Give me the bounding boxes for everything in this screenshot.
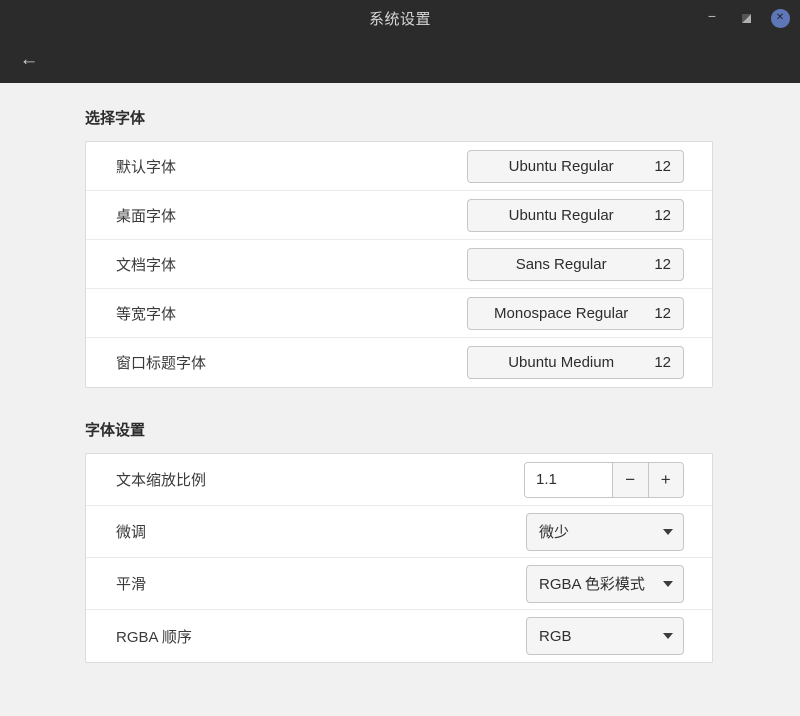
window-header: 系统设置 − ✕ ← xyxy=(0,0,800,83)
restore-button[interactable] xyxy=(736,8,756,28)
document-font-button[interactable]: Sans Regular 12 xyxy=(467,248,684,281)
select-fonts-panel: 默认字体 Ubuntu Regular 12 桌面字体 Ubuntu Regul… xyxy=(85,141,713,388)
window-title-font-label: 窗口标题字体 xyxy=(116,352,206,373)
settings-content: 选择字体 默认字体 Ubuntu Regular 12 桌面字体 Ubuntu … xyxy=(0,83,800,663)
back-button[interactable]: ← xyxy=(16,47,42,73)
default-font-button[interactable]: Ubuntu Regular 12 xyxy=(467,150,684,183)
minimize-icon: − xyxy=(708,9,716,23)
font-size: 12 xyxy=(654,256,683,273)
text-scaling-label: 文本缩放比例 xyxy=(116,469,206,490)
row-antialiasing: 平滑 RGBA 色彩模式 xyxy=(86,558,712,610)
row-rgba-order: RGBA 顺序 RGB xyxy=(86,610,712,662)
row-monospace-font: 等宽字体 Monospace Regular 12 xyxy=(86,289,712,338)
window-controls: − ✕ xyxy=(702,0,790,36)
close-icon: ✕ xyxy=(771,9,790,28)
font-name: Sans Regular xyxy=(468,256,654,273)
window-title: 系统设置 xyxy=(369,8,431,29)
hinting-value: 微少 xyxy=(539,521,663,542)
document-font-label: 文档字体 xyxy=(116,254,176,275)
chevron-down-icon xyxy=(663,529,673,535)
rgba-order-label: RGBA 顺序 xyxy=(116,626,192,647)
row-window-title-font: 窗口标题字体 Ubuntu Medium 12 xyxy=(86,338,712,387)
row-desktop-font: 桌面字体 Ubuntu Regular 12 xyxy=(86,191,712,240)
text-scaling-spinner: − + xyxy=(524,462,684,498)
font-settings-panel: 文本缩放比例 − + 微调 微少 平滑 RGBA 色彩模式 RGBA 顺序 xyxy=(85,453,713,663)
rgba-order-value: RGB xyxy=(539,628,663,645)
font-size: 12 xyxy=(654,207,683,224)
font-name: Ubuntu Regular xyxy=(468,158,654,175)
toolbar: ← xyxy=(0,36,800,83)
section-heading-select-fonts: 选择字体 xyxy=(85,83,715,141)
restore-icon xyxy=(742,14,751,23)
antialiasing-dropdown[interactable]: RGBA 色彩模式 xyxy=(526,565,684,603)
section-heading-font-settings: 字体设置 xyxy=(85,388,715,453)
font-name: Ubuntu Regular xyxy=(468,207,654,224)
default-font-label: 默认字体 xyxy=(116,156,176,177)
row-document-font: 文档字体 Sans Regular 12 xyxy=(86,240,712,289)
window-title-font-button[interactable]: Ubuntu Medium 12 xyxy=(467,346,684,379)
antialiasing-value: RGBA 色彩模式 xyxy=(539,573,663,594)
font-size: 12 xyxy=(654,354,683,371)
desktop-font-label: 桌面字体 xyxy=(116,205,176,226)
font-size: 12 xyxy=(654,305,683,322)
chevron-down-icon xyxy=(663,633,673,639)
row-hinting: 微调 微少 xyxy=(86,506,712,558)
row-default-font: 默认字体 Ubuntu Regular 12 xyxy=(86,142,712,191)
minimize-button[interactable]: − xyxy=(702,8,722,28)
titlebar[interactable]: 系统设置 − ✕ xyxy=(0,0,800,36)
row-text-scaling: 文本缩放比例 − + xyxy=(86,454,712,506)
monospace-font-label: 等宽字体 xyxy=(116,303,176,324)
hinting-dropdown[interactable]: 微少 xyxy=(526,513,684,551)
decrease-button[interactable]: − xyxy=(612,463,648,497)
font-name: Ubuntu Medium xyxy=(468,354,654,371)
chevron-down-icon xyxy=(663,581,673,587)
increase-button[interactable]: + xyxy=(648,463,684,497)
monospace-font-button[interactable]: Monospace Regular 12 xyxy=(467,297,684,330)
font-size: 12 xyxy=(654,158,683,175)
font-name: Monospace Regular xyxy=(468,305,654,322)
rgba-order-dropdown[interactable]: RGB xyxy=(526,617,684,655)
hinting-label: 微调 xyxy=(116,521,146,542)
antialiasing-label: 平滑 xyxy=(116,573,146,594)
desktop-font-button[interactable]: Ubuntu Regular 12 xyxy=(467,199,684,232)
text-scaling-input[interactable] xyxy=(525,463,612,497)
close-button[interactable]: ✕ xyxy=(770,8,790,28)
